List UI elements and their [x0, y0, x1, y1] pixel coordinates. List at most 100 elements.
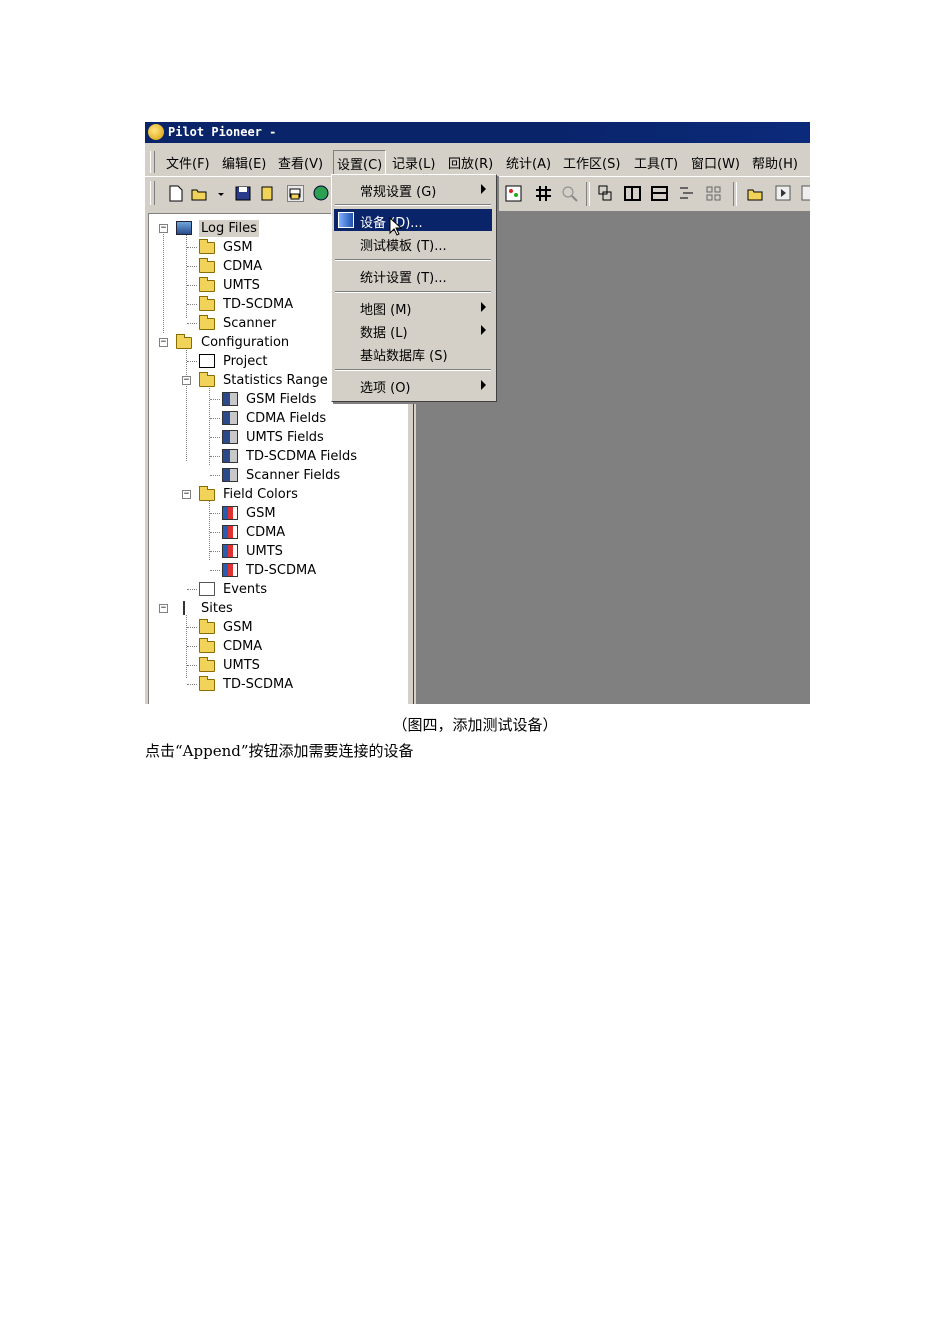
columns-icon[interactable]	[624, 185, 641, 202]
tree-connector	[209, 380, 210, 465]
menu-statistics[interactable]: 统计(A)	[506, 153, 551, 172]
body-paragraph: 点击“Append”按钮添加需要连接的设备	[145, 742, 414, 760]
menu-file[interactable]: 文件(F)	[166, 153, 210, 172]
menu-item-statistics-settings[interactable]: 统计设置 (T)...	[334, 264, 492, 286]
color-chart-icon	[222, 525, 238, 539]
collapse-icon[interactable]: −	[159, 224, 168, 233]
tree-connector	[186, 608, 187, 678]
field-icon	[222, 449, 238, 463]
menu-item-label: 选项 (O)	[360, 381, 411, 396]
collapse-icon[interactable]: −	[182, 376, 191, 385]
submenu-arrow-icon	[481, 380, 486, 390]
print-preview-icon[interactable]	[287, 185, 304, 202]
folder-icon	[199, 657, 215, 672]
toolbar-grip[interactable]	[150, 181, 155, 205]
open-folder-icon[interactable]	[191, 185, 208, 202]
tree-label: Events	[223, 582, 268, 597]
save-icon[interactable]	[235, 185, 252, 202]
color-chart-icon	[222, 506, 238, 520]
collapse-icon[interactable]: −	[159, 604, 168, 613]
submenu-arrow-icon	[481, 325, 486, 335]
folder-icon	[199, 296, 215, 311]
field-icon	[222, 392, 238, 406]
tree-label: Configuration	[201, 335, 290, 350]
menu-help[interactable]: 帮助(H)	[752, 153, 798, 172]
tree-label: TD-SCDMA	[223, 677, 294, 692]
mouse-cursor-icon	[389, 217, 403, 236]
field-icon	[222, 430, 238, 444]
folder-icon	[199, 258, 215, 273]
menu-separator	[335, 369, 491, 371]
new-file-icon[interactable]	[167, 185, 184, 202]
open-icon[interactable]	[747, 185, 764, 202]
tree-label: UMTS Fields	[246, 430, 324, 445]
tree-label: UMTS	[246, 544, 283, 559]
menubar-grip[interactable]	[150, 151, 155, 173]
play-icon[interactable]	[775, 185, 792, 202]
menu-item-general-settings[interactable]: 常规设置 (G)	[334, 178, 492, 200]
book-icon[interactable]	[259, 185, 276, 202]
tree-layout-icon[interactable]	[678, 185, 695, 202]
tree-label: GSM	[223, 240, 253, 255]
tree-label: Sites	[201, 601, 233, 616]
tower-icon	[176, 601, 192, 615]
menu-item-site-database[interactable]: 基站数据库 (S)	[334, 342, 492, 364]
events-icon	[199, 582, 215, 596]
window-title: Pilot Pioneer -	[168, 125, 277, 139]
settings-dropdown-menu: 常规设置 (G) 设备 (D)... 测试模板 (T)... 统计设置 (T).…	[331, 174, 497, 402]
folder-icon	[199, 239, 215, 254]
tree-label: CDMA	[223, 259, 263, 274]
menu-item-options[interactable]: 选项 (O)	[334, 374, 492, 396]
menu-separator	[335, 204, 491, 206]
folder-icon	[199, 619, 215, 634]
rows-icon[interactable]	[651, 185, 668, 202]
collapse-icon[interactable]: −	[159, 338, 168, 347]
tree-label: Scanner Fields	[246, 468, 341, 483]
menu-bar: 文件(F) 编辑(E) 查看(V) 设置(C) 记录(L) 回放(R) 统计(A…	[145, 148, 810, 177]
menu-separator	[335, 259, 491, 261]
menu-item-test-template[interactable]: 测试模板 (T)...	[334, 232, 492, 254]
folder-open-icon	[199, 372, 215, 387]
tree-label: CDMA Fields	[246, 411, 327, 426]
menu-replay[interactable]: 回放(R)	[448, 153, 493, 172]
menu-item-label: 测试模板 (T)...	[360, 239, 447, 254]
menu-separator	[335, 291, 491, 293]
tree-label: UMTS	[223, 658, 260, 673]
tree-connector	[186, 342, 187, 461]
menu-view[interactable]: 查看(V)	[278, 153, 323, 172]
folder-open-icon	[176, 334, 192, 349]
menu-item-data[interactable]: 数据 (L)	[334, 319, 492, 341]
menu-item-map[interactable]: 地图 (M)	[334, 296, 492, 318]
folder-icon	[199, 638, 215, 653]
dropdown-arrow-icon[interactable]	[217, 185, 225, 202]
grid-icon[interactable]	[535, 185, 552, 202]
menu-edit[interactable]: 编辑(E)	[222, 153, 266, 172]
menu-settings[interactable]: 设置(C)	[333, 150, 387, 177]
menu-record[interactable]: 记录(L)	[392, 153, 435, 172]
menu-item-label: 常规设置 (G)	[360, 185, 437, 200]
tree-label: TD-SCDMA Fields	[246, 449, 358, 464]
field-icon	[222, 468, 238, 482]
globe-icon[interactable]	[313, 185, 330, 202]
screenshot-window: Pilot Pioneer - 文件(F) 编辑(E) 查看(V) 设置(C) …	[145, 122, 810, 704]
tiles-icon[interactable]	[705, 185, 722, 202]
tree-label: Field Colors	[223, 487, 298, 502]
tree-connector	[163, 228, 164, 333]
magnifier-icon[interactable]	[561, 185, 578, 202]
menu-window[interactable]: 窗口(W)	[691, 153, 740, 172]
menu-workspace[interactable]: 工作区(S)	[563, 153, 620, 172]
menu-item-device[interactable]: 设备 (D)...	[334, 209, 492, 231]
menu-item-label: 数据 (L)	[360, 326, 408, 341]
submenu-arrow-icon	[481, 302, 486, 312]
layout-icon[interactable]	[597, 185, 614, 202]
menu-item-label: 地图 (M)	[360, 303, 412, 318]
collapse-icon[interactable]: −	[182, 490, 191, 499]
tree-label: UMTS	[223, 278, 260, 293]
title-bar: Pilot Pioneer -	[145, 122, 810, 143]
tree-label: CDMA	[246, 525, 286, 540]
chart-icon[interactable]	[505, 185, 522, 202]
tree-label: Log Files	[199, 220, 259, 237]
menu-tools[interactable]: 工具(T)	[634, 153, 678, 172]
stop-icon[interactable]	[801, 185, 810, 202]
app-icon	[148, 124, 164, 140]
